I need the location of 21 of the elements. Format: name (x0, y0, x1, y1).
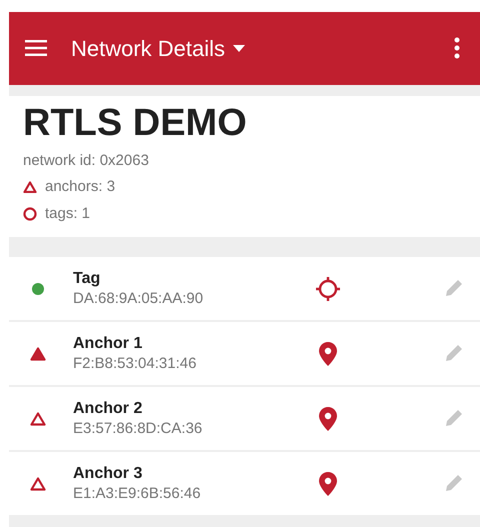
map-pin-icon[interactable] (319, 472, 337, 496)
map-pin-icon[interactable] (319, 406, 337, 431)
caret-icon (233, 45, 246, 52)
device-name: Anchor 3 (73, 464, 144, 484)
network-name: RTLS DEMO (23, 102, 248, 146)
title-dropdown[interactable]: Network Details (71, 32, 246, 65)
device-name: Tag (73, 269, 102, 289)
crosshair-icon[interactable] (315, 276, 341, 302)
anchors-count: anchors: 3 (45, 177, 116, 198)
triangle-icon (23, 181, 37, 194)
device-name: Anchor 1 (73, 334, 144, 354)
network-id: network id: 0x2063 (23, 150, 150, 171)
device-name: Anchor 2 (73, 399, 144, 419)
map-pin-icon[interactable] (319, 342, 337, 366)
device-address: DA:68:9A:05:AA:90 (73, 288, 204, 308)
more-options-button[interactable] (454, 36, 460, 60)
tags-count: tags: 1 (45, 204, 90, 224)
circle-icon (23, 206, 37, 221)
device-address: F2:B8:53:04:31:46 (73, 354, 198, 374)
device-address: E1:A3:E9:6B:56:46 (73, 484, 202, 504)
device-address: E3:57:86:8D:CA:36 (73, 418, 204, 438)
